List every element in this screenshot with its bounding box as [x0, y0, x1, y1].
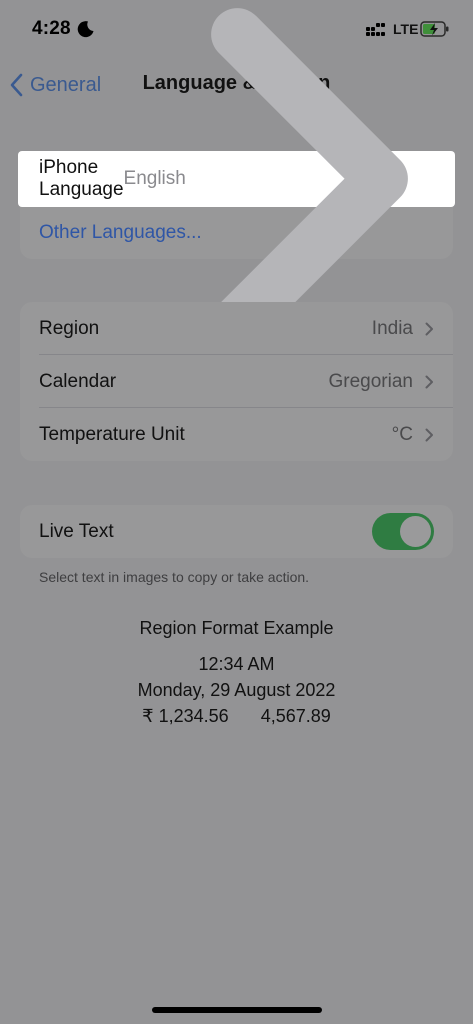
temperature-unit-value: °C [391, 423, 413, 445]
live-text-footnote: Select text in images to copy or take ac… [39, 569, 310, 585]
temperature-unit-row[interactable]: Temperature Unit °C [20, 408, 453, 461]
chevron-right-icon [425, 375, 433, 388]
moon-icon [77, 21, 94, 38]
toggle-knob [400, 516, 431, 547]
region-format-title: Region Format Example [139, 618, 334, 638]
calendar-label: Calendar [39, 370, 117, 392]
region-settings-group: Region India Calendar Gregorian Temperat… [20, 302, 453, 461]
calendar-value: Gregorian [328, 370, 414, 392]
region-value: India [371, 317, 413, 339]
home-indicator[interactable] [152, 1007, 322, 1013]
iphone-language-row-highlighted[interactable]: iPhone Language English [18, 8, 455, 350]
live-text-group: Live Text [20, 505, 453, 558]
example-time: 12:34 AM [198, 654, 275, 674]
example-numbers: ₹ 1,234.56 4,567.89 [0, 706, 473, 727]
live-text-toggle[interactable] [372, 513, 434, 550]
example-number: 4,567.89 [260, 706, 331, 726]
chevron-right-icon [425, 322, 433, 335]
iphone-language-value: English [123, 168, 186, 189]
iphone-language-label: iPhone Language [39, 157, 124, 200]
region-row[interactable]: Region India [20, 302, 453, 355]
region-label: Region [39, 317, 100, 339]
calendar-row[interactable]: Calendar Gregorian [20, 355, 453, 408]
example-date: Monday, 29 August 2022 [137, 680, 336, 700]
chevron-right-icon [425, 428, 433, 441]
live-text-label: Live Text [39, 520, 114, 542]
temperature-unit-label: Temperature Unit [39, 423, 185, 445]
live-text-row: Live Text [20, 505, 453, 558]
example-currency: ₹ 1,234.56 [142, 706, 229, 726]
status-time: 4:28 [32, 18, 71, 39]
